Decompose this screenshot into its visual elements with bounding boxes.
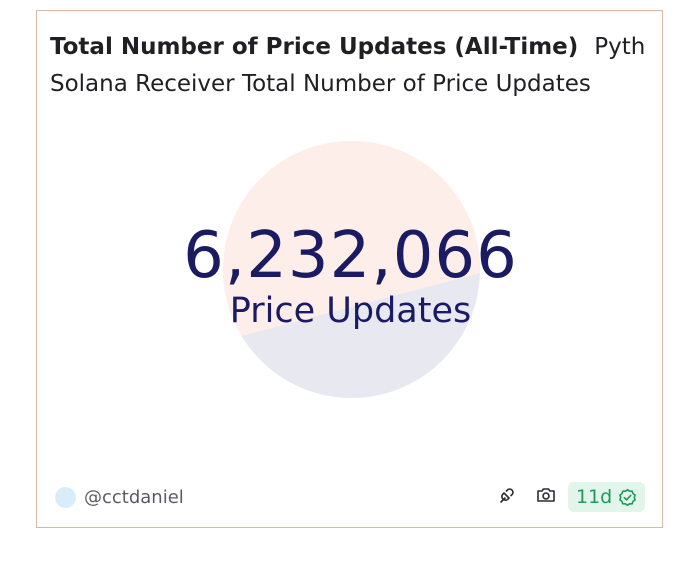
author-link[interactable]: @cctdaniel bbox=[55, 485, 184, 509]
camera-icon bbox=[536, 486, 556, 508]
verified-check-icon bbox=[618, 488, 637, 507]
fork-icon bbox=[497, 485, 517, 509]
card-title: Total Number of Price Updates (All-Time) bbox=[50, 34, 579, 60]
fork-button[interactable] bbox=[495, 485, 519, 509]
screenshot-button[interactable] bbox=[534, 485, 558, 509]
counter-value: 6,232,066 bbox=[183, 219, 518, 293]
avatar bbox=[55, 486, 76, 508]
author-name: @cctdaniel bbox=[84, 486, 184, 508]
card-footer: @cctdaniel 11d bbox=[37, 481, 664, 513]
age-text: 11d bbox=[576, 486, 613, 508]
card-header: Total Number of Price Updates (All-Time)… bbox=[50, 29, 650, 103]
age-badge[interactable]: 11d bbox=[568, 482, 646, 512]
card-subtitle: Solana Receiver Total Number of Price Up… bbox=[50, 71, 591, 97]
counter-label: Price Updates bbox=[229, 291, 472, 331]
counter-card: Total Number of Price Updates (All-Time)… bbox=[36, 10, 663, 528]
card-source: Pyth bbox=[594, 34, 646, 60]
